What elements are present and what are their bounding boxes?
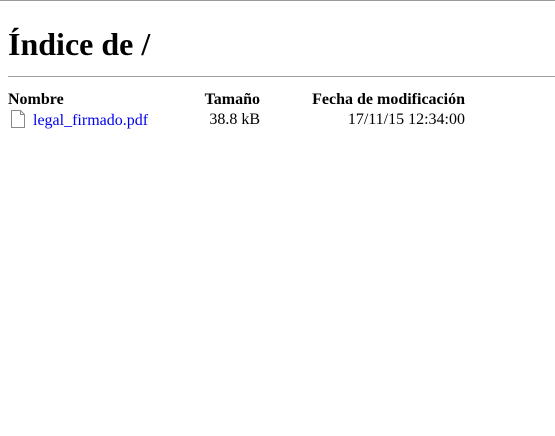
top-border: [0, 0, 555, 1]
file-icon: [11, 110, 25, 128]
table-header-row: Nombre Tamaño Fecha de modificación: [8, 90, 465, 110]
column-header-size[interactable]: Tamaño: [198, 90, 260, 110]
column-header-name[interactable]: Nombre: [8, 90, 198, 110]
header-divider: [8, 76, 555, 77]
file-table: Nombre Tamaño Fecha de modificación lega…: [8, 90, 465, 130]
file-name-cell: legal_firmado.pdf: [8, 110, 198, 130]
page-title: Índice de /: [8, 26, 151, 62]
column-header-date[interactable]: Fecha de modificación: [260, 90, 465, 110]
file-size-cell: 38.8 kB: [209, 111, 260, 128]
file-link[interactable]: legal_firmado.pdf: [33, 112, 148, 129]
table-row: legal_firmado.pdf 38.8 kB 17/11/15 12:34…: [8, 110, 465, 130]
file-date-cell: 17/11/15 12:34:00: [347, 111, 465, 128]
